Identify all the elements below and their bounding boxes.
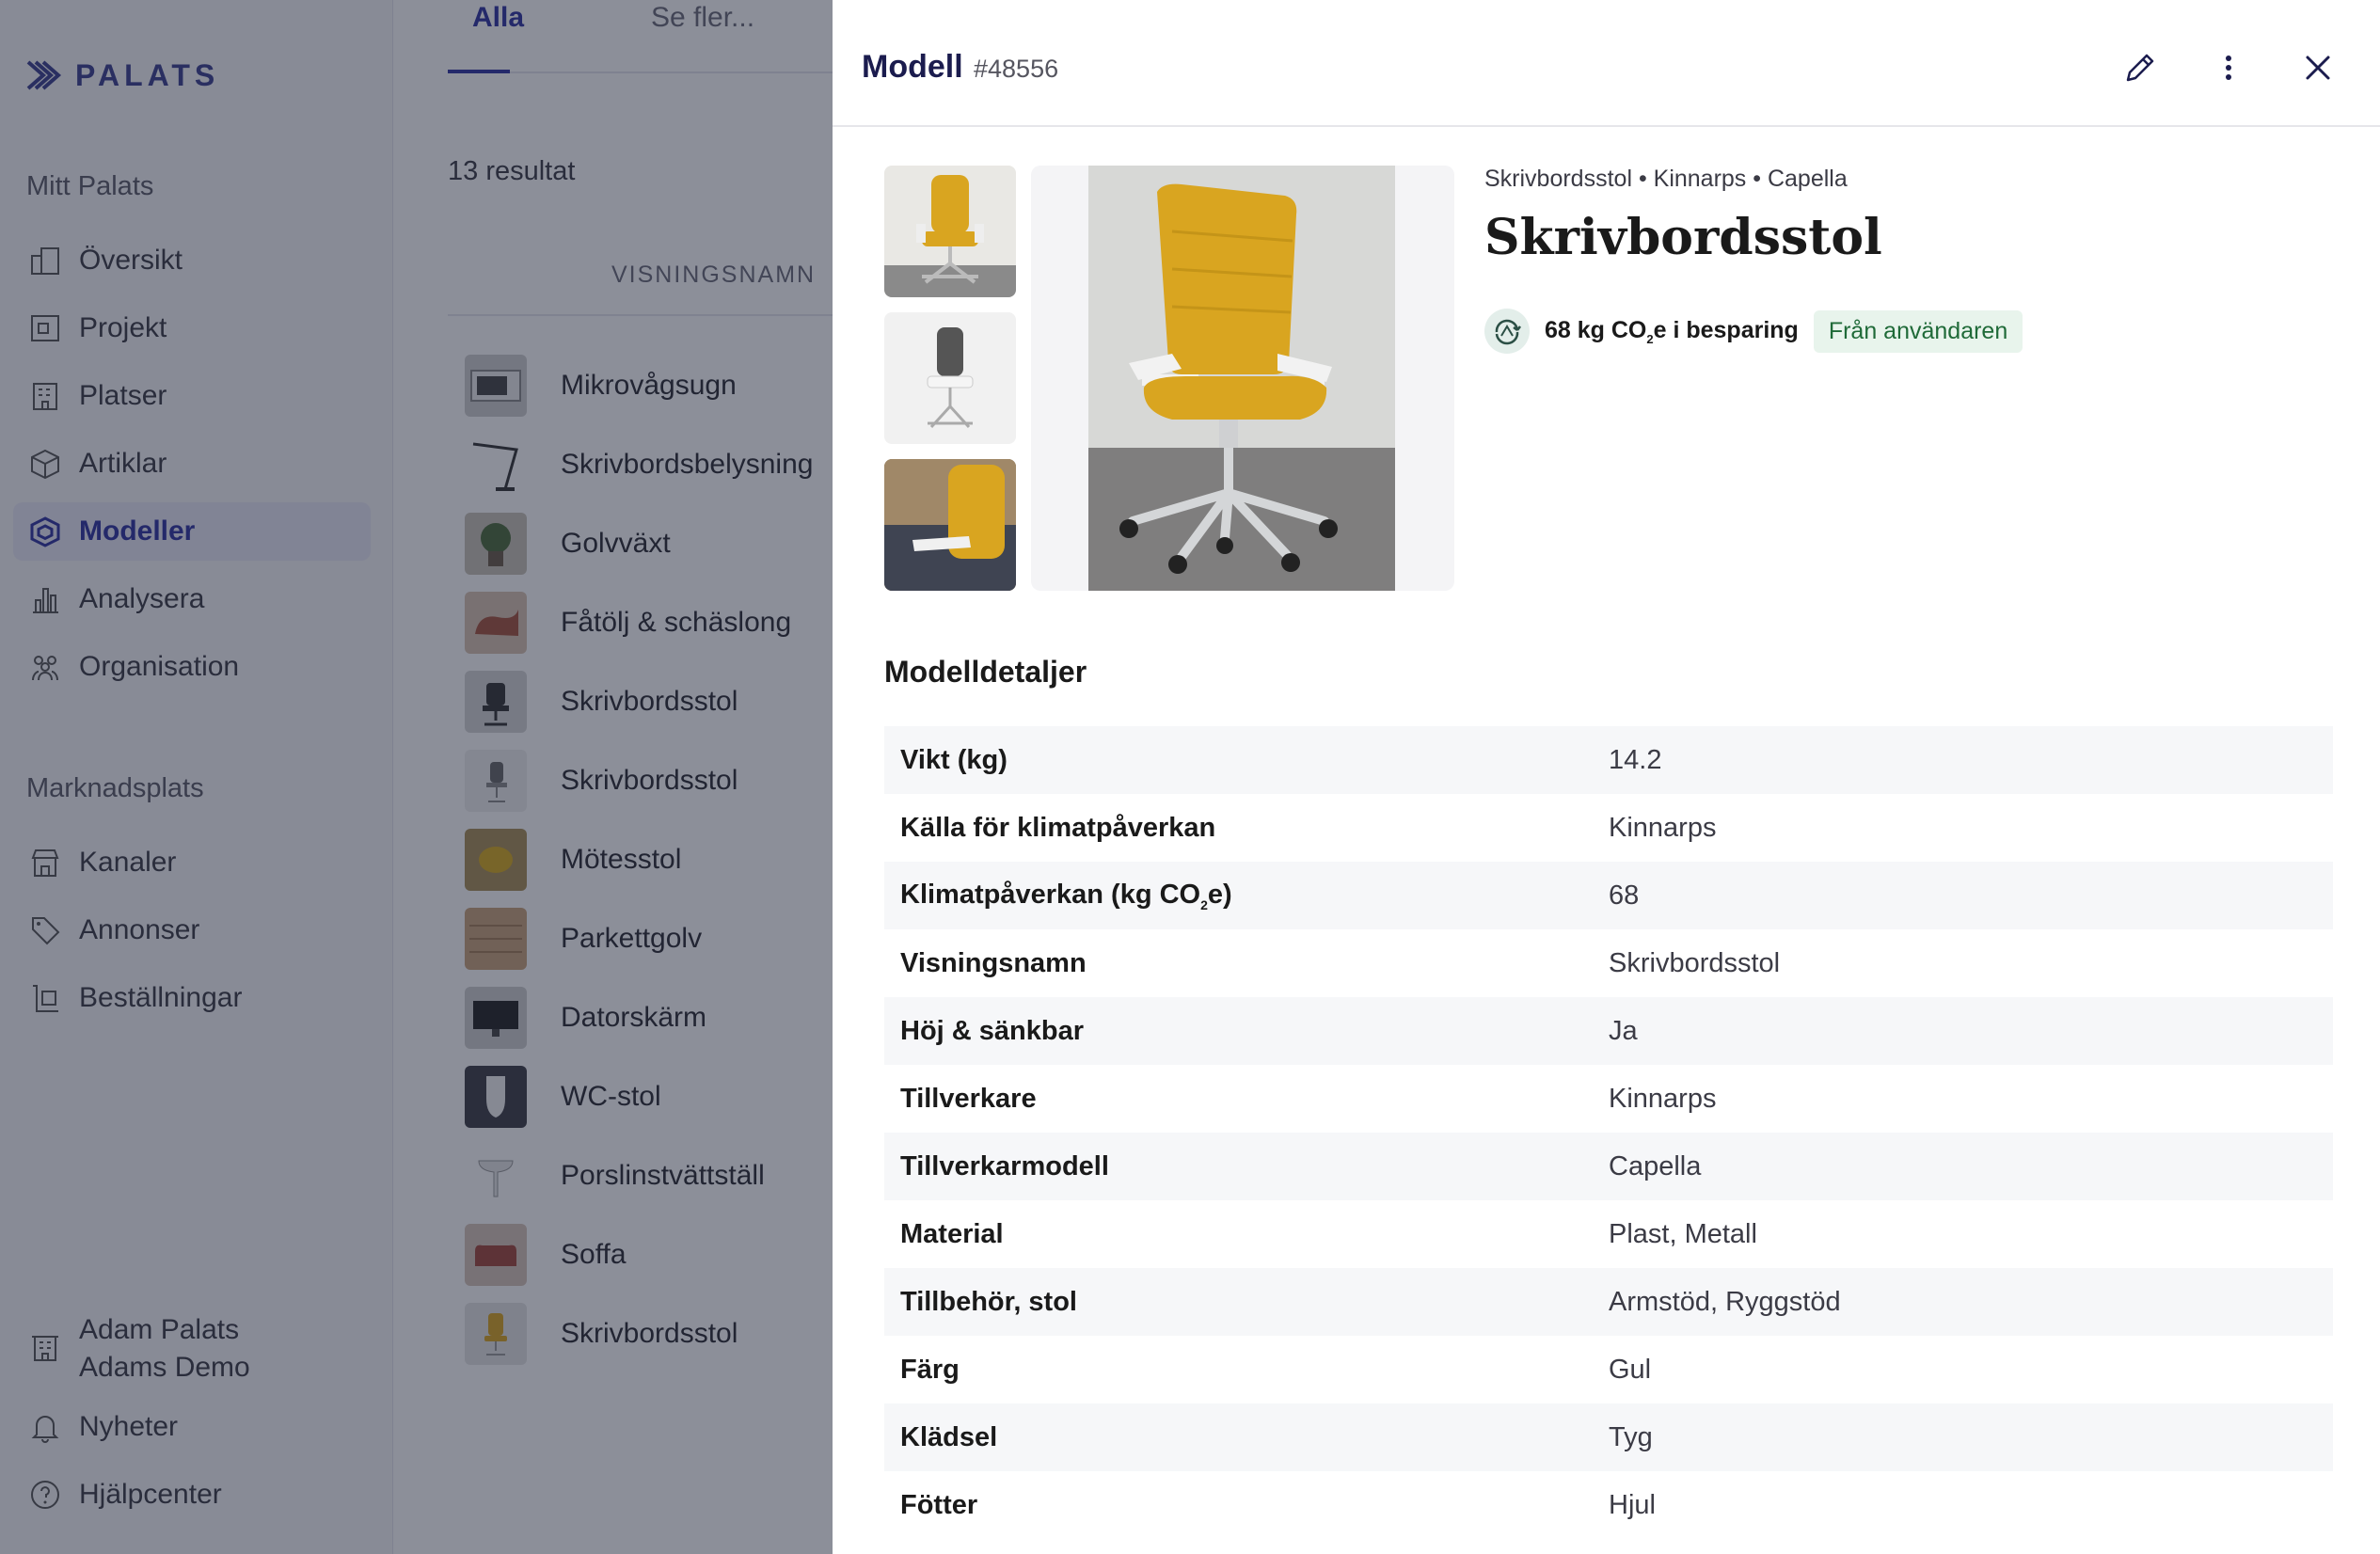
- detail-value: Ja: [1609, 1015, 1638, 1046]
- close-icon: [2306, 56, 2330, 80]
- gallery-thumbnail-3[interactable]: [884, 459, 1016, 591]
- detail-value: Tyg: [1609, 1421, 1653, 1452]
- co2-savings: 68 kg CO2e i besparing: [1545, 316, 1799, 346]
- detail-key: Klimatpåverkan (kg CO2e): [900, 879, 1232, 912]
- detail-key: Fötter: [900, 1489, 978, 1520]
- breadcrumb: Skrivbordsstol • Kinnarps • Capella: [1484, 166, 1848, 192]
- detail-row: Material Plast, Metall: [884, 1200, 2333, 1268]
- more-options-button[interactable]: [2202, 41, 2255, 94]
- detail-value: Plast, Metall: [1609, 1218, 1757, 1249]
- detail-value: 14.2: [1609, 744, 1662, 775]
- gallery-thumbnail-1[interactable]: [884, 166, 1016, 297]
- detail-key: Tillverkare: [900, 1083, 1037, 1114]
- details-table: Vikt (kg) 14.2 Källa för klimatpåverkan Ki…: [884, 726, 2333, 1539]
- detail-value: Armstöd, Ryggstöd: [1609, 1286, 1841, 1317]
- model-name: Skrivbordsstol: [1484, 209, 1882, 266]
- detail-key: Färg: [900, 1354, 960, 1385]
- detail-row: Klimatpåverkan (kg CO2e) 68: [884, 862, 2333, 929]
- detail-row: Tillbehör, stol Armstöd, Ryggstöd: [884, 1268, 2333, 1336]
- close-button[interactable]: [2292, 41, 2344, 94]
- office-chair-image: [1088, 166, 1395, 591]
- detail-key: Tillverkarmodell: [900, 1150, 1109, 1181]
- detail-row: Tillverkare Kinnarps: [884, 1065, 2333, 1133]
- detail-key: Material: [900, 1218, 1004, 1249]
- detail-value: Hjul: [1609, 1489, 1656, 1520]
- detail-key: Höj & sänkbar: [900, 1015, 1084, 1046]
- detail-row: Visningsnamn Skrivbordsstol: [884, 929, 2333, 997]
- detail-key: Tillbehör, stol: [900, 1286, 1077, 1317]
- detail-value: Gul: [1609, 1354, 1652, 1385]
- recycle-icon: [1484, 309, 1530, 354]
- detail-value: 68: [1609, 880, 1640, 911]
- detail-value: Kinnarps: [1609, 1083, 1717, 1114]
- detail-value: Skrivbordsstol: [1609, 947, 1781, 978]
- detail-row: Källa för klimatpåverkan Kinnarps: [884, 794, 2333, 862]
- model-id: #48556: [974, 55, 1059, 83]
- detail-row: Klädsel Tyg: [884, 1403, 2333, 1471]
- gallery-thumbnail-2[interactable]: [884, 312, 1016, 444]
- detail-value: Capella: [1609, 1150, 1702, 1181]
- modal-backdrop[interactable]: [0, 0, 833, 1554]
- detail-value: Kinnarps: [1609, 812, 1717, 843]
- detail-row: Vikt (kg) 14.2: [884, 726, 2333, 794]
- office-chair-image: [884, 175, 1016, 297]
- detail-key: Visningsnamn: [900, 947, 1087, 978]
- pencil-icon: [2126, 54, 2154, 82]
- office-chair-image: [884, 459, 1016, 591]
- detail-key: Vikt (kg): [900, 744, 1008, 775]
- app: PALATS Mitt Palats Översikt Projekt Plat…: [0, 0, 2380, 1554]
- panel-header: Modell #48556: [833, 0, 2380, 127]
- details-heading: Modelldetaljer: [884, 655, 1087, 689]
- model-detail-panel: Modell #48556 Skrivbordsstol • Kinnarps …: [833, 0, 2380, 1554]
- main-product-image[interactable]: [1031, 166, 1454, 591]
- detail-key: Källa för klimatpåverkan: [900, 812, 1216, 843]
- source-badge: Från användaren: [1813, 309, 2023, 353]
- detail-row: Fötter Hjul: [884, 1471, 2333, 1539]
- panel-title: Modell: [862, 49, 963, 85]
- co2-badge-row: 68 kg CO2e i besparing Från användaren: [1484, 309, 2023, 354]
- edit-button[interactable]: [2114, 41, 2166, 94]
- more-vertical-icon: [2226, 56, 2231, 80]
- detail-row: Tillverkarmodell Capella: [884, 1133, 2333, 1200]
- detail-row: Färg Gul: [884, 1336, 2333, 1403]
- detail-key: Klädsel: [900, 1421, 998, 1452]
- office-chair-image: [927, 327, 974, 429]
- detail-row: Höj & sänkbar Ja: [884, 997, 2333, 1065]
